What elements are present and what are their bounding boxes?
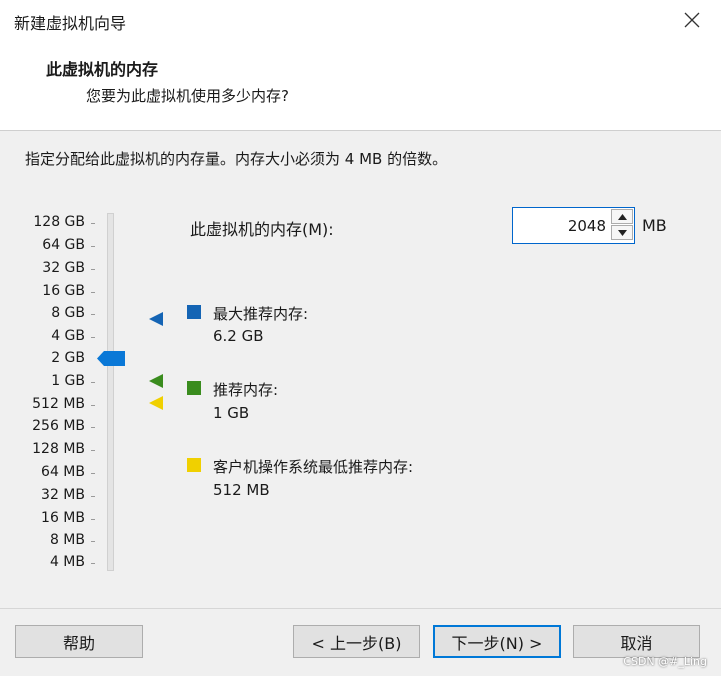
scale-label: 64 GB [42, 237, 85, 253]
window-title: 新建虚拟机向导 [14, 14, 127, 33]
scale-label: 8 MB [49, 532, 85, 548]
close-icon [684, 12, 700, 28]
scale-tick [91, 427, 95, 428]
scale-tick [91, 450, 95, 451]
scale-label: 1 GB [51, 373, 85, 389]
scale-label: 16 MB [41, 510, 85, 526]
scale-tick [91, 246, 95, 247]
scale-label: 4 GB [51, 328, 85, 344]
scale-tick [91, 269, 95, 270]
green-square-icon [187, 381, 201, 395]
scale-label: 16 GB [42, 283, 85, 299]
scale-label: 32 MB [41, 487, 85, 503]
instruction-text: 指定分配给此虚拟机的内存量。内存大小必须为 4 MB 的倍数。 [25, 150, 448, 168]
scale-label-selected: 2 GB [51, 350, 85, 366]
chevron-up-icon [617, 213, 627, 220]
scale-tick [91, 382, 95, 383]
footer-divider [0, 608, 721, 609]
legend-label: 最大推荐内存: [213, 305, 309, 323]
scale-label: 128 GB [33, 214, 85, 230]
blue-square-icon [187, 305, 201, 319]
min-recommended-marker-icon [149, 396, 163, 410]
scale-tick [91, 541, 95, 542]
spin-down-button[interactable] [611, 225, 633, 240]
page-subtitle: 您要为此虚拟机使用多少内存? [86, 87, 289, 105]
legend-value: 1 GB [213, 404, 250, 422]
spin-up-button[interactable] [611, 209, 633, 224]
scale-tick [91, 405, 95, 406]
scale-label: 256 MB [32, 418, 85, 434]
scale-tick [91, 292, 95, 293]
scale-label: 512 MB [32, 396, 85, 412]
cancel-button[interactable]: 取消 [573, 625, 700, 658]
legend-value: 6.2 GB [213, 327, 264, 345]
yellow-square-icon [187, 458, 201, 472]
legend-label: 推荐内存: [213, 381, 279, 399]
scale-label: 4 MB [49, 554, 85, 570]
memory-spinbox [512, 207, 635, 244]
memory-slider-thumb[interactable] [97, 351, 125, 366]
close-button[interactable] [675, 4, 709, 36]
scale-tick [91, 519, 95, 520]
scale-label: 32 GB [42, 260, 85, 276]
memory-input[interactable] [513, 208, 608, 243]
memory-label: 此虚拟机的内存(M): [190, 220, 334, 239]
scale-label: 64 MB [41, 464, 85, 480]
chevron-down-icon [617, 229, 627, 236]
scale-tick [91, 223, 95, 224]
scale-tick [91, 314, 95, 315]
memory-slider-track[interactable] [107, 213, 114, 571]
title-bar: 新建虚拟机向导 [0, 0, 721, 40]
wizard-header: 此虚拟机的内存 您要为此虚拟机使用多少内存? [0, 40, 721, 131]
legend-label: 客户机操作系统最低推荐内存: [213, 458, 414, 476]
back-button[interactable]: < 上一步(B) [293, 625, 420, 658]
legend-value: 512 MB [213, 481, 270, 499]
scale-label: 8 GB [51, 305, 85, 321]
help-button[interactable]: 帮助 [15, 625, 143, 658]
page-title: 此虚拟机的内存 [46, 60, 159, 79]
scale-tick [91, 563, 95, 564]
scale-tick [91, 496, 95, 497]
memory-unit: MB [642, 216, 667, 235]
watermark: CSDN @#_Ling [623, 655, 707, 668]
scale-label: 128 MB [32, 441, 85, 457]
scale-tick [91, 337, 95, 338]
recommended-marker-icon [149, 374, 163, 388]
scale-tick [91, 473, 95, 474]
next-button[interactable]: 下一步(N) > [433, 625, 561, 658]
max-recommended-marker-icon [149, 312, 163, 326]
